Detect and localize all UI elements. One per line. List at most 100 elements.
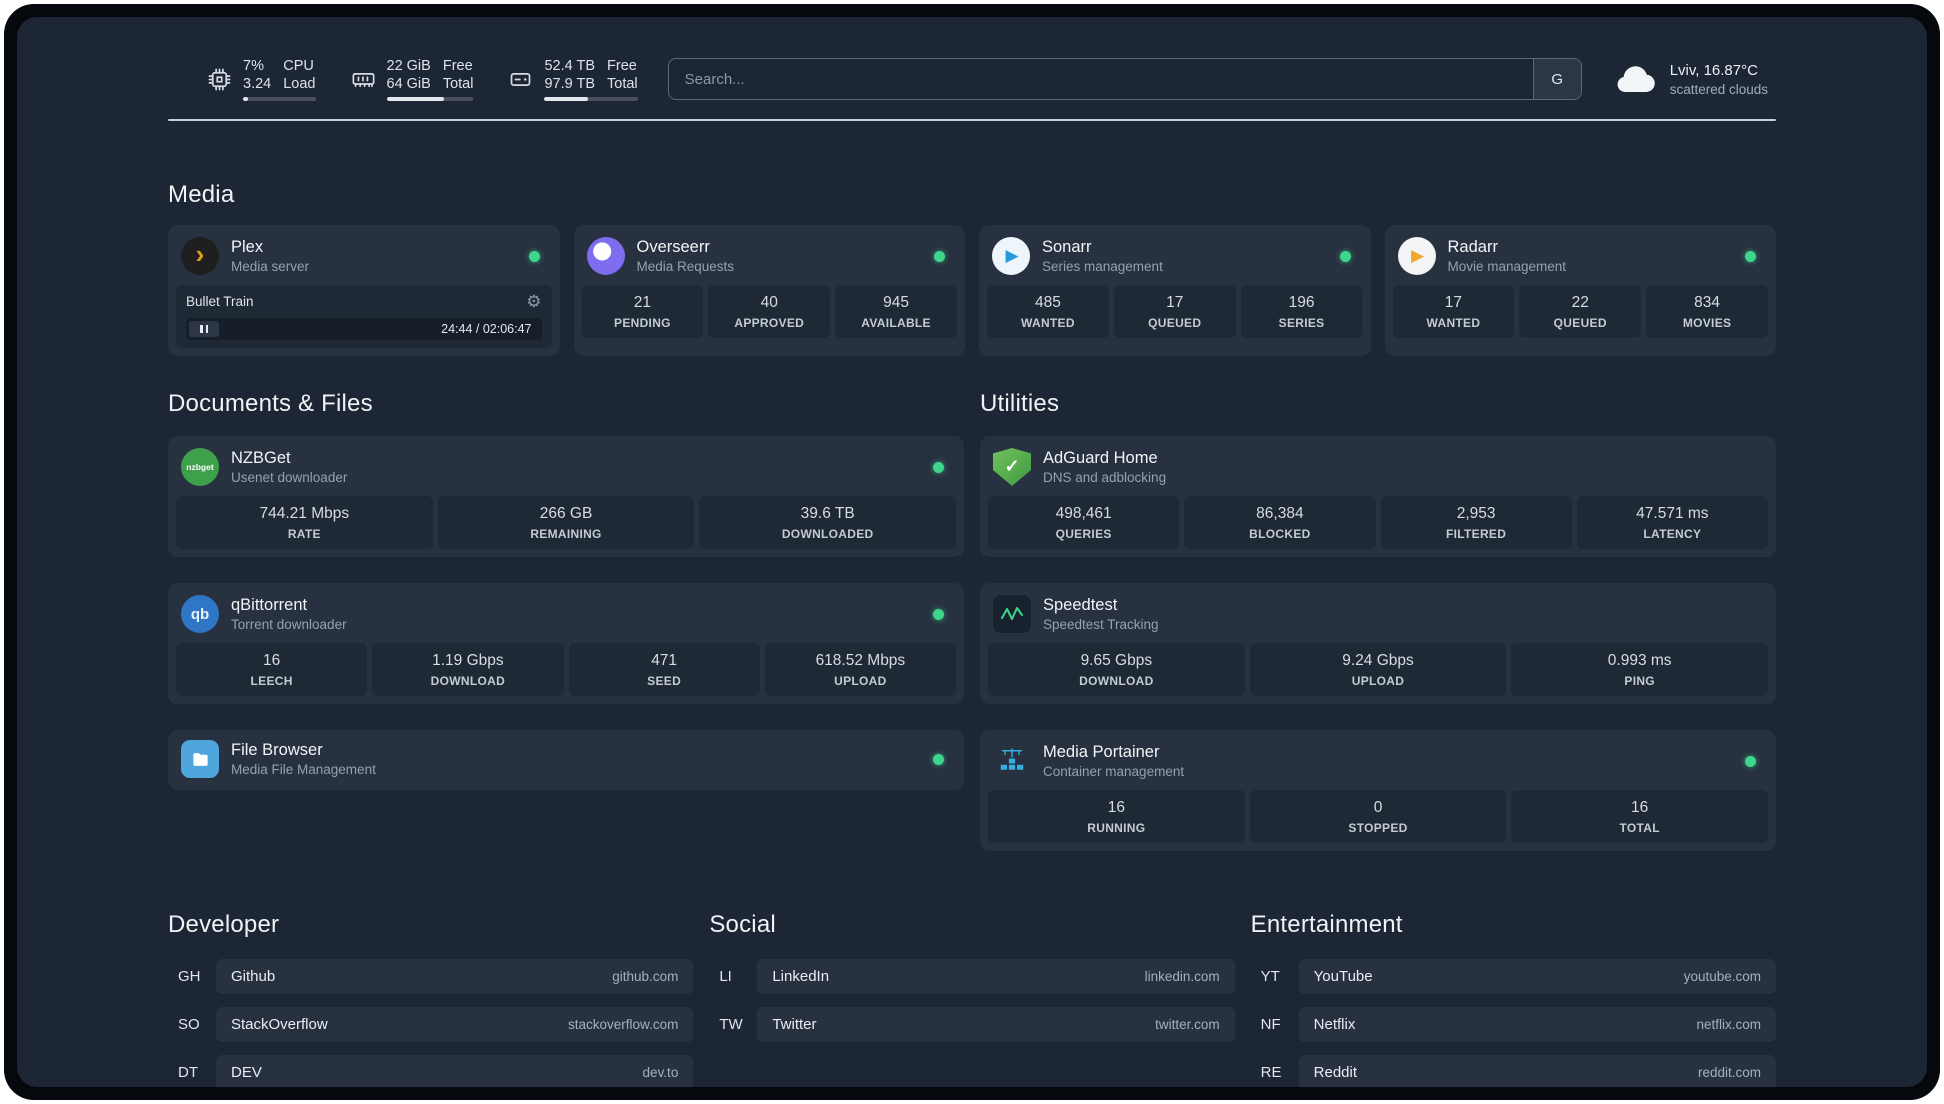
service-card-filebrowser[interactable]: File Browser Media File Management xyxy=(168,730,964,790)
memory-progress-track xyxy=(386,97,474,101)
stat-remaining: 266 GB REMAINING xyxy=(437,496,695,549)
stat-wanted: 17 WANTED xyxy=(1392,285,1515,338)
service-card-speedtest[interactable]: Speedtest Speedtest Tracking 9.65 Gbps DO… xyxy=(980,583,1776,704)
service-card-overseerr[interactable]: Overseerr Media Requests 21 PENDING 40 APP… xyxy=(573,225,965,356)
stat-total: 16 TOTAL xyxy=(1511,790,1769,843)
bookmark-abbr: RE xyxy=(1260,1064,1282,1081)
player-time: 24:44 / 02:06:47 xyxy=(441,322,532,336)
search-input[interactable] xyxy=(668,59,1533,99)
stat-series: 196 SERIES xyxy=(1240,285,1363,338)
disk-total-label: Total xyxy=(607,76,638,92)
stat-seed: 471 SEED xyxy=(568,643,760,696)
service-subtitle: DNS and adblocking xyxy=(1043,470,1167,485)
bookmark-github[interactable]: GH Github github.com xyxy=(168,959,694,994)
bookmark-url: linkedin.com xyxy=(1144,969,1220,984)
status-dot xyxy=(1745,250,1756,262)
gear-icon[interactable]: ⚙ xyxy=(526,293,541,310)
bookmark-dev[interactable]: DT DEV dev.to xyxy=(168,1055,694,1087)
service-card-nzbget[interactable]: nzbget NZBGet Usenet downloader 744.21 M… xyxy=(168,436,964,557)
section-title-developer: Developer xyxy=(168,911,280,938)
bookmark-abbr: GH xyxy=(178,968,201,985)
bookmark-reddit[interactable]: RE Reddit reddit.com xyxy=(1251,1055,1776,1087)
stat-running: 16 RUNNING xyxy=(988,790,1245,843)
section-title-media: Media xyxy=(168,181,235,208)
disk-total-value: 97.9 TB xyxy=(544,76,596,92)
bookmark-youtube[interactable]: YT YouTube youtube.com xyxy=(1251,959,1776,994)
service-name: NZBGet xyxy=(231,449,291,467)
disk-free-label: Free xyxy=(607,58,637,74)
service-card-sonarr[interactable]: ▶ Sonarr Series management 485 WANTED 17 Q… xyxy=(979,225,1371,356)
service-subtitle: Container management xyxy=(1043,764,1185,779)
pause-button[interactable] xyxy=(189,321,219,337)
service-subtitle: Media File Management xyxy=(231,762,376,777)
radarr-icon: ▶ xyxy=(1397,237,1436,275)
bookmark-abbr: YT xyxy=(1260,968,1280,985)
cpu-icon xyxy=(206,66,233,93)
resource-widgets: 7% 3.24 CPU Load 22 GiB 64 GiB Free Tota… xyxy=(206,57,638,101)
sonarr-icon: ▶ xyxy=(992,237,1030,275)
plex-icon: › xyxy=(181,237,219,275)
stat-blocked: 86,384 BLOCKED xyxy=(1184,496,1376,549)
cpu-usage-value: 7% xyxy=(243,58,264,74)
stat-stopped: 0 STOPPED xyxy=(1249,790,1507,843)
stat-download: 9.65 Gbps DOWNLOAD xyxy=(988,643,1245,696)
service-subtitle: Torrent downloader xyxy=(231,617,347,632)
service-subtitle: Series management xyxy=(1042,259,1163,274)
service-name: qBittorrent xyxy=(231,596,308,614)
bookmark-stackoverflow[interactable]: SO StackOverflow stackoverflow.com xyxy=(168,1007,694,1042)
dashboard-page: 7% 3.24 CPU Load 22 GiB 64 GiB Free Tota… xyxy=(17,17,1927,1087)
service-card-plex[interactable]: › Plex Media server Bullet Train ⚙ 24:44… xyxy=(168,225,560,356)
stat-available: 945 AVAILABLE xyxy=(835,285,957,338)
memory-total-label: Total xyxy=(442,76,474,92)
stat-upload: 618.52 Mbps UPLOAD xyxy=(764,643,956,696)
bookmark-netflix[interactable]: NF Netflix netflix.com xyxy=(1251,1007,1776,1042)
service-name: File Browser xyxy=(231,741,323,759)
bookmark-abbr: NF xyxy=(1260,1016,1281,1033)
bookmark-name: StackOverflow xyxy=(231,1016,328,1033)
stat-wanted: 485 WANTED xyxy=(987,285,1109,338)
stat-ping: 0.993 ms PING xyxy=(1511,643,1769,696)
player-progress-bar[interactable]: 24:44 / 02:06:47 xyxy=(186,318,542,340)
bookmark-name: Twitter xyxy=(772,1016,817,1033)
status-dot xyxy=(528,250,540,262)
bookmark-url: dev.to xyxy=(642,1065,679,1080)
stat-pending: 21 PENDING xyxy=(581,285,704,338)
disk-free-value: 52.4 TB xyxy=(544,58,596,74)
disk-progress-fill xyxy=(544,97,589,101)
bookmark-url: reddit.com xyxy=(1697,1065,1761,1080)
stat-queries: 498,461 QUERIES xyxy=(988,496,1180,549)
service-name: Radarr xyxy=(1447,238,1498,256)
search-provider-button[interactable]: G xyxy=(1532,59,1581,99)
service-card-adguard[interactable]: ✓ AdGuard Home DNS and adblocking 498,46… xyxy=(980,436,1776,557)
filebrowser-icon xyxy=(181,740,219,778)
service-name: Speedtest xyxy=(1043,596,1118,614)
window-frame: 7% 3.24 CPU Load 22 GiB 64 GiB Free Tota… xyxy=(4,4,1940,1100)
cpu-load-value: 3.24 xyxy=(243,76,272,92)
portainer-icon xyxy=(993,742,1031,780)
service-card-qbittorrent[interactable]: qb qBittorrent Torrent downloader 16 LEEC… xyxy=(168,583,964,704)
bookmark-name: Netflix xyxy=(1313,1016,1356,1033)
cpu-progress-fill xyxy=(243,97,249,101)
service-name: Sonarr xyxy=(1042,238,1092,256)
weather-condition: scattered clouds xyxy=(1669,81,1768,97)
stat-queued: 22 QUEUED xyxy=(1519,285,1642,338)
plex-now-playing-widget: Bullet Train ⚙ 24:44 / 02:06:47 xyxy=(176,285,552,348)
stat-approved: 40 APPROVED xyxy=(708,285,831,338)
bookmark-linkedin[interactable]: LI LinkedIn linkedin.com xyxy=(709,959,1235,994)
weather-widget[interactable]: Lviv, 16.87°C scattered clouds xyxy=(1612,62,1768,97)
header-divider xyxy=(168,119,1776,121)
bookmark-name: LinkedIn xyxy=(772,968,830,985)
bookmark-group-social: Social LI LinkedIn linkedin.com TW Twitte… xyxy=(709,911,1235,1087)
memory-free-label: Free xyxy=(442,58,473,74)
service-card-radarr[interactable]: ▶ Radarr Movie management 17 WANTED 22 QUE… xyxy=(1384,225,1776,356)
service-card-portainer[interactable]: Media Portainer Container management 16 R… xyxy=(980,730,1776,851)
documents-column: Documents & Files nzbget NZBGet Usenet d… xyxy=(168,390,964,851)
section-title-entertainment: Entertainment xyxy=(1250,911,1403,938)
bookmark-abbr: SO xyxy=(178,1016,200,1033)
stat-filtered: 2,953 FILTERED xyxy=(1380,496,1572,549)
bookmark-group-developer: Developer GH Github github.com SO StackOv… xyxy=(168,911,694,1087)
cpu-usage-label: CPU xyxy=(283,58,314,74)
disk-progress-track xyxy=(544,97,638,101)
service-subtitle: Speedtest Tracking xyxy=(1043,617,1159,632)
bookmark-twitter[interactable]: TW Twitter twitter.com xyxy=(709,1007,1235,1042)
